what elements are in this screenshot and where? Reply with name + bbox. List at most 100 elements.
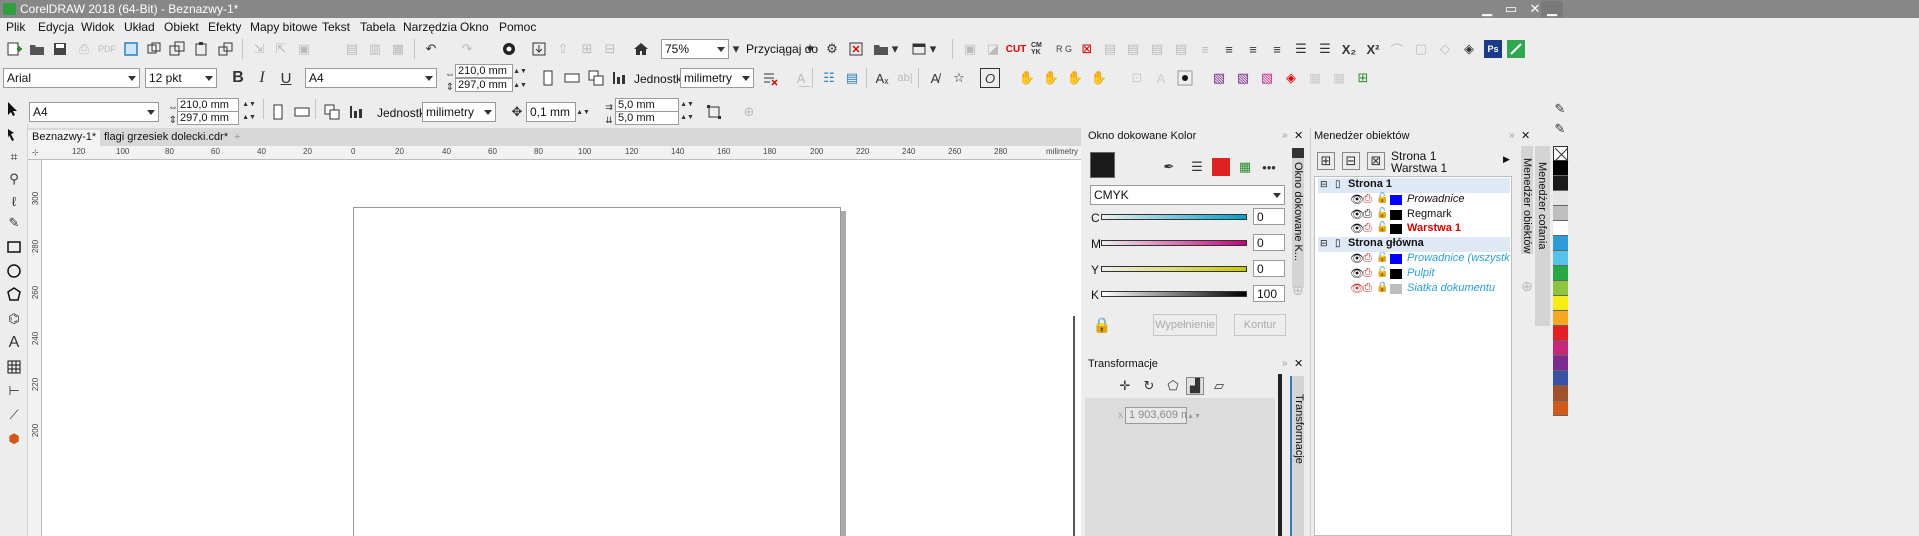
print-toggle-icon[interactable]: ⎙: [1363, 222, 1372, 235]
tree-row-strona-1[interactable]: ⊟ ▯ Strona 1: [1318, 178, 1510, 193]
vertical-scrollbar[interactable]: [1073, 316, 1075, 536]
tree-row-pulpit[interactable]: 👁 ⎙ 🔓 Pulpit: [1318, 267, 1510, 282]
polygon-tool-icon[interactable]: [5, 286, 23, 304]
menu-minimize-icon[interactable]: ▁: [1541, 1, 1563, 17]
bounding-box-icon[interactable]: [705, 103, 723, 121]
duplicate-x-spin-icon[interactable]: ▲▼: [680, 98, 694, 111]
table-tool-icon[interactable]: [5, 358, 23, 376]
palette-swatch[interactable]: [1553, 311, 1568, 326]
macro-4-icon[interactable]: ▤: [1172, 40, 1190, 58]
star-icon[interactable]: ☆: [950, 69, 968, 87]
visibility-icon[interactable]: 👁: [1350, 193, 1364, 206]
corel-app-launcher-icon[interactable]: [500, 40, 518, 58]
palette-swatch[interactable]: [1553, 281, 1568, 296]
shape-icon[interactable]: ◇: [1436, 40, 1454, 58]
show-properties-icon[interactable]: ⊞: [1317, 152, 1335, 170]
text-frame-icon[interactable]: ab|: [896, 69, 914, 87]
bullet-list-icon[interactable]: ☷: [820, 69, 838, 87]
palette-swatch[interactable]: [1553, 341, 1568, 356]
mirror-icon[interactable]: ⬠: [1164, 377, 1182, 395]
layer-color-swatch[interactable]: [1390, 195, 1402, 205]
tab-beznazwy[interactable]: Beznazwy-1*: [28, 130, 101, 146]
height-spin-icon[interactable]: ▲▼: [513, 79, 527, 91]
unlink-icon[interactable]: ▢: [1412, 40, 1430, 58]
publish-icon[interactable]: ▣: [295, 40, 313, 58]
rectangle-tool-icon[interactable]: [5, 238, 23, 256]
underline-icon[interactable]: U: [277, 69, 295, 87]
channel-y-field[interactable]: 0: [1253, 260, 1285, 277]
zoom-level-field[interactable]: 75%: [661, 39, 729, 59]
property-width-field[interactable]: 210,0 mm: [177, 98, 239, 112]
menu-plik[interactable]: Plik: [6, 20, 25, 34]
no-color-swatch[interactable]: [1553, 146, 1569, 162]
object-manager-side-tab[interactable]: Menedżer obiektów: [1521, 146, 1533, 254]
page-height-field[interactable]: 297,0 mm: [455, 78, 513, 92]
frame-text-icon[interactable]: ⊡: [1128, 69, 1146, 87]
color-viewer-icon[interactable]: [1212, 158, 1230, 176]
vertical-ruler[interactable]: 300 280 260 240 220 200: [28, 160, 42, 536]
text-icon-a[interactable]: A: [1152, 69, 1170, 87]
duplicate-y-spin-icon[interactable]: ▲▼: [680, 111, 694, 124]
transform-docker-close-icon[interactable]: ✕: [1294, 357, 1303, 370]
portrait-icon[interactable]: [539, 69, 557, 87]
all-pages-icon[interactable]: [587, 69, 605, 87]
lock-toggle-icon[interactable]: 🔓: [1376, 193, 1388, 204]
lock-toggle-icon[interactable]: 🔒: [1376, 282, 1388, 293]
current-color-swatch[interactable]: [1090, 152, 1115, 178]
menu-efekty[interactable]: Efekty: [208, 20, 241, 34]
drop-cap-icon[interactable]: ▤: [843, 69, 861, 87]
channel-c-field[interactable]: 0: [1253, 208, 1285, 225]
ruler-corner-icon[interactable]: ⊹: [32, 148, 39, 157]
palette-swatch[interactable]: [1553, 401, 1568, 416]
new-document-icon[interactable]: [5, 40, 23, 58]
add-tab-icon[interactable]: +: [230, 130, 244, 146]
color-docker-expand-icon[interactable]: »: [1282, 130, 1288, 141]
undo-docker-side-tab[interactable]: Menedżer cofania: [1535, 146, 1550, 326]
width-spin-icon[interactable]: ▲▼: [513, 65, 527, 77]
object-manager-expand-icon[interactable]: »: [1509, 130, 1515, 141]
color-palettes-icon[interactable]: ▦: [1236, 158, 1254, 176]
lock-toggle-icon[interactable]: 🔓: [1376, 252, 1388, 263]
justify-all-icon[interactable]: ☰: [1316, 40, 1334, 58]
units-field[interactable]: milimetry: [680, 68, 754, 88]
corel-connect-icon[interactable]: [122, 40, 140, 58]
macro-1-icon[interactable]: ▤: [1101, 40, 1119, 58]
print-toggle-icon[interactable]: ⎙: [1363, 267, 1372, 280]
color-docker-add-icon[interactable]: ⊕: [1292, 282, 1304, 299]
palette-swatch[interactable]: [1553, 326, 1568, 341]
page-size-field[interactable]: A4: [305, 68, 437, 88]
delete-options-icon[interactable]: [847, 40, 865, 58]
bullet-dot-icon[interactable]: [1176, 69, 1194, 87]
collapse-icon[interactable]: ⊟: [1320, 238, 1328, 249]
menu-narzedzia[interactable]: Narzędzia: [403, 20, 457, 34]
macro-c-icon[interactable]: ▧: [1258, 69, 1276, 87]
paste-special-icon[interactable]: [216, 40, 234, 58]
channel-k-slider[interactable]: [1101, 291, 1247, 297]
property-all-pages-icon[interactable]: [323, 103, 341, 121]
subscript-icon[interactable]: X₂: [1340, 40, 1358, 58]
restore-icon[interactable]: ▭: [1500, 1, 1522, 17]
layer-color-swatch[interactable]: [1390, 224, 1402, 234]
weld-icon[interactable]: ◪: [984, 40, 1002, 58]
hand-tool-2-icon[interactable]: ✋: [1042, 69, 1060, 87]
lock-toggle-icon[interactable]: 🔓: [1376, 208, 1388, 219]
lock-toggle-icon[interactable]: 🔓: [1376, 222, 1388, 233]
freehand-tool-icon[interactable]: ℓ: [5, 192, 23, 210]
layer-color-swatch[interactable]: [1390, 254, 1402, 264]
menu-mapy-bitowe[interactable]: Mapy bitowe: [250, 20, 317, 34]
outline-icon[interactable]: O: [980, 68, 1000, 88]
publish-web-icon[interactable]: ⊟: [601, 40, 619, 58]
pdf-icon[interactable]: PDF: [98, 40, 116, 58]
text-style-icon[interactable]: Aₓ: [873, 69, 891, 87]
macro-3-icon[interactable]: ▤: [1148, 40, 1166, 58]
tree-row-siatka[interactable]: 👁 ⎙ 🔒 Siatka dokumentu: [1318, 282, 1510, 297]
palette-swatch[interactable]: [1553, 176, 1568, 191]
menu-edycja[interactable]: Edycja: [38, 20, 74, 34]
font-size-field[interactable]: 12 pkt: [145, 68, 217, 88]
view-mode-icon[interactable]: [910, 40, 928, 58]
property-current-page-icon[interactable]: [347, 103, 365, 121]
launch-folder-icon[interactable]: [872, 40, 890, 58]
macro-g-icon[interactable]: ⊞: [1354, 69, 1372, 87]
palette-swatch[interactable]: [1553, 191, 1568, 206]
tree-row-regmark[interactable]: 👁 ⎙ 🔓 Regmark: [1318, 208, 1510, 223]
